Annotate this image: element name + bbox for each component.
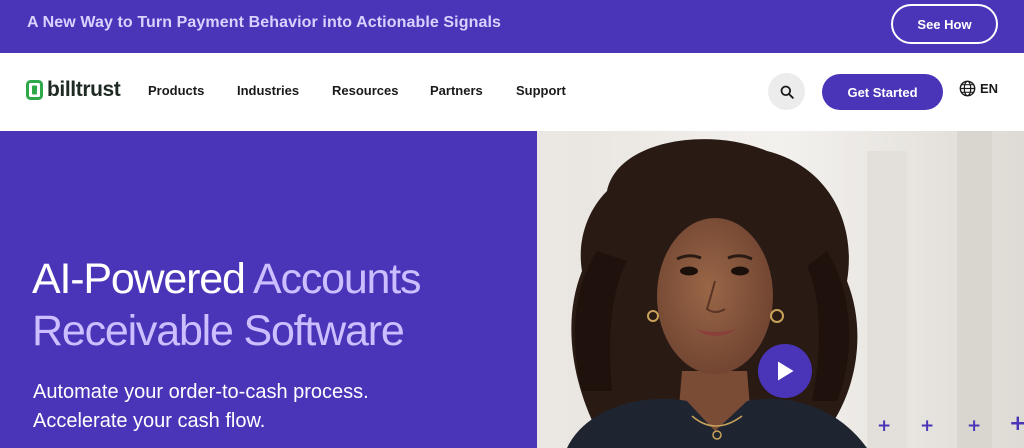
hero-subtitle-line-1: Automate your order-to-cash process. (33, 381, 369, 403)
globe-icon (959, 80, 976, 97)
search-button[interactable] (768, 73, 805, 110)
hero-title: AI-Powered Accounts Receivable Software (32, 253, 532, 357)
logo-mark-icon (26, 80, 43, 100)
nav-item-products[interactable]: Products (148, 83, 204, 98)
plus-decoration-icon: + (1009, 411, 1024, 435)
hero-subtitle: Automate your order-to-cash process. Acc… (33, 378, 513, 436)
hero-subtitle-line-2: Accelerate your cash flow. (33, 410, 266, 432)
language-label: EN (980, 81, 999, 96)
hero-text-panel: AI-Powered Accounts Receivable Software … (0, 131, 537, 448)
nav-item-support[interactable]: Support (516, 83, 566, 98)
plus-decoration-icon: + (967, 416, 982, 436)
language-selector[interactable]: EN (959, 80, 998, 97)
billtrust-logo[interactable]: billtrust (26, 78, 121, 102)
announcement-bar: A New Way to Turn Payment Behavior into … (0, 0, 1024, 53)
hero-portrait-image (537, 131, 1024, 448)
main-navigation: billtrust Products Industries Resources … (0, 53, 1024, 131)
plus-decoration-icon: + (877, 416, 892, 436)
hero-video-thumbnail[interactable]: + + + + (537, 131, 1024, 448)
get-started-button[interactable]: Get Started (822, 74, 943, 110)
announcement-text: A New Way to Turn Payment Behavior into … (27, 14, 502, 31)
search-icon (780, 85, 794, 99)
nav-item-industries[interactable]: Industries (237, 83, 299, 98)
nav-item-partners[interactable]: Partners (430, 83, 483, 98)
see-how-button[interactable]: See How (891, 4, 998, 44)
plus-decoration-icon: + (920, 416, 935, 436)
nav-item-resources[interactable]: Resources (332, 83, 398, 98)
play-icon (778, 361, 794, 381)
logo-text: billtrust (47, 78, 121, 101)
hero-title-plain: AI-Powered (32, 255, 246, 303)
play-video-button[interactable] (758, 344, 812, 398)
